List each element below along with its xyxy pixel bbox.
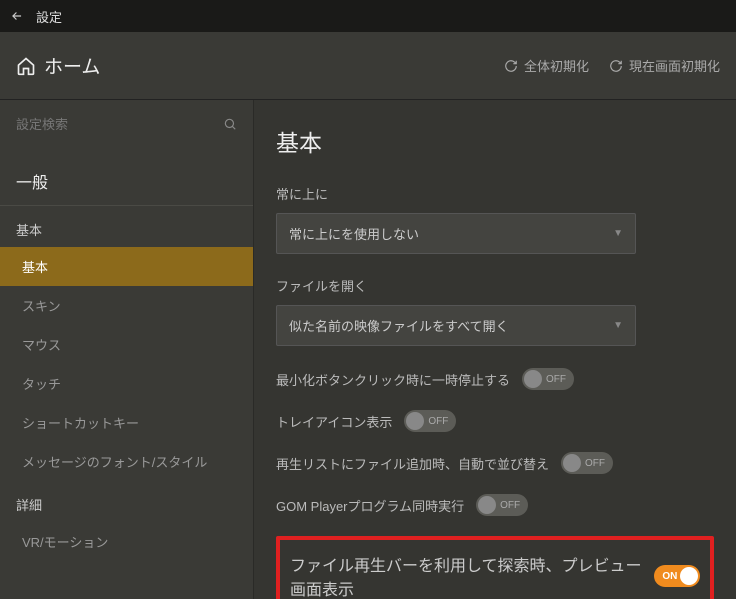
open-file-select[interactable]: 似た名前の映像ファイルをすべて開く ▼ [276,305,636,346]
select-value: 似た名前の映像ファイルをすべて開く [289,316,509,335]
sidebar-item-label: VR/モーション [22,535,108,550]
sidebar-item-label: マウス [22,338,61,353]
reset-current-label: 現在画面初期化 [629,56,720,75]
toggle-pause-on-minimize[interactable]: OFF [522,368,574,390]
sidebar-item-label: メッセージのフォント/スタイル [22,455,207,470]
chevron-down-icon: ▼ [613,320,623,331]
sidebar-item-mouse[interactable]: マウス [0,325,253,364]
category-basic: 基本 [0,206,253,247]
toggle-auto-sort[interactable]: OFF [561,452,613,474]
toggle-state: OFF [546,374,566,385]
back-icon[interactable] [10,9,24,23]
reset-current-button[interactable]: 現在画面初期化 [609,56,720,75]
select-value: 常に上にを使用しない [289,224,419,243]
sidebar-item-vr[interactable]: VR/モーション [0,522,253,561]
sidebar-item-label: 基本 [22,260,48,275]
toggle-state: OFF [428,416,448,427]
toggle-knob [406,412,424,430]
sidebar-item-touch[interactable]: タッチ [0,364,253,403]
sidebar-item-basic[interactable]: 基本 [0,247,253,286]
toggle-knob [524,370,542,388]
row-label: 最小化ボタンクリック時に一時停止する [276,370,510,389]
toggle-tray-icon[interactable]: OFF [404,410,456,432]
row-label: ファイル再生バーを利用して探索時、プレビュー画面表示 [290,552,654,599]
always-on-top-label: 常に上に [276,184,714,203]
sidebar-item-label: タッチ [22,377,61,392]
page-title: 基本 [276,124,714,158]
sidebar-item-label: スキン [22,299,61,314]
row-label: GOM Playerプログラム同時実行 [276,496,464,515]
reset-all-label: 全体初期化 [524,56,589,75]
search-input[interactable]: 設定検索 [16,114,223,133]
sidebar-item-skin[interactable]: スキン [0,286,253,325]
sidebar-item-label: ショートカットキー [22,416,139,431]
toggle-knob [680,567,698,585]
toggle-state: ON [662,571,677,582]
toggle-multi-instance[interactable]: OFF [476,494,528,516]
sidebar-item-shortcut[interactable]: ショートカットキー [0,403,253,442]
window-title: 設定 [36,7,62,26]
chevron-down-icon: ▼ [613,228,623,239]
open-file-label: ファイルを開く [276,276,714,295]
refresh-icon [504,59,518,73]
home-heading: ホーム [16,52,100,79]
section-general: 一般 [0,147,253,206]
category-detail: 詳細 [0,481,253,522]
highlighted-setting: ファイル再生バーを利用して探索時、プレビュー画面表示 ON [276,536,714,599]
row-label: 再生リストにファイル追加時、自動で並び替え [276,454,549,473]
home-label: ホーム [44,52,100,79]
toggle-state: OFF [500,500,520,511]
sidebar-item-message-font[interactable]: メッセージのフォント/スタイル [0,442,253,481]
always-on-top-select[interactable]: 常に上にを使用しない ▼ [276,213,636,254]
toggle-state: OFF [585,458,605,469]
toggle-seek-preview[interactable]: ON [654,565,700,587]
toggle-knob [563,454,581,472]
search-icon[interactable] [223,117,237,131]
row-label: トレイアイコン表示 [276,412,392,431]
home-icon [16,56,36,76]
refresh-icon [609,59,623,73]
reset-all-button[interactable]: 全体初期化 [504,56,589,75]
toggle-knob [478,496,496,514]
